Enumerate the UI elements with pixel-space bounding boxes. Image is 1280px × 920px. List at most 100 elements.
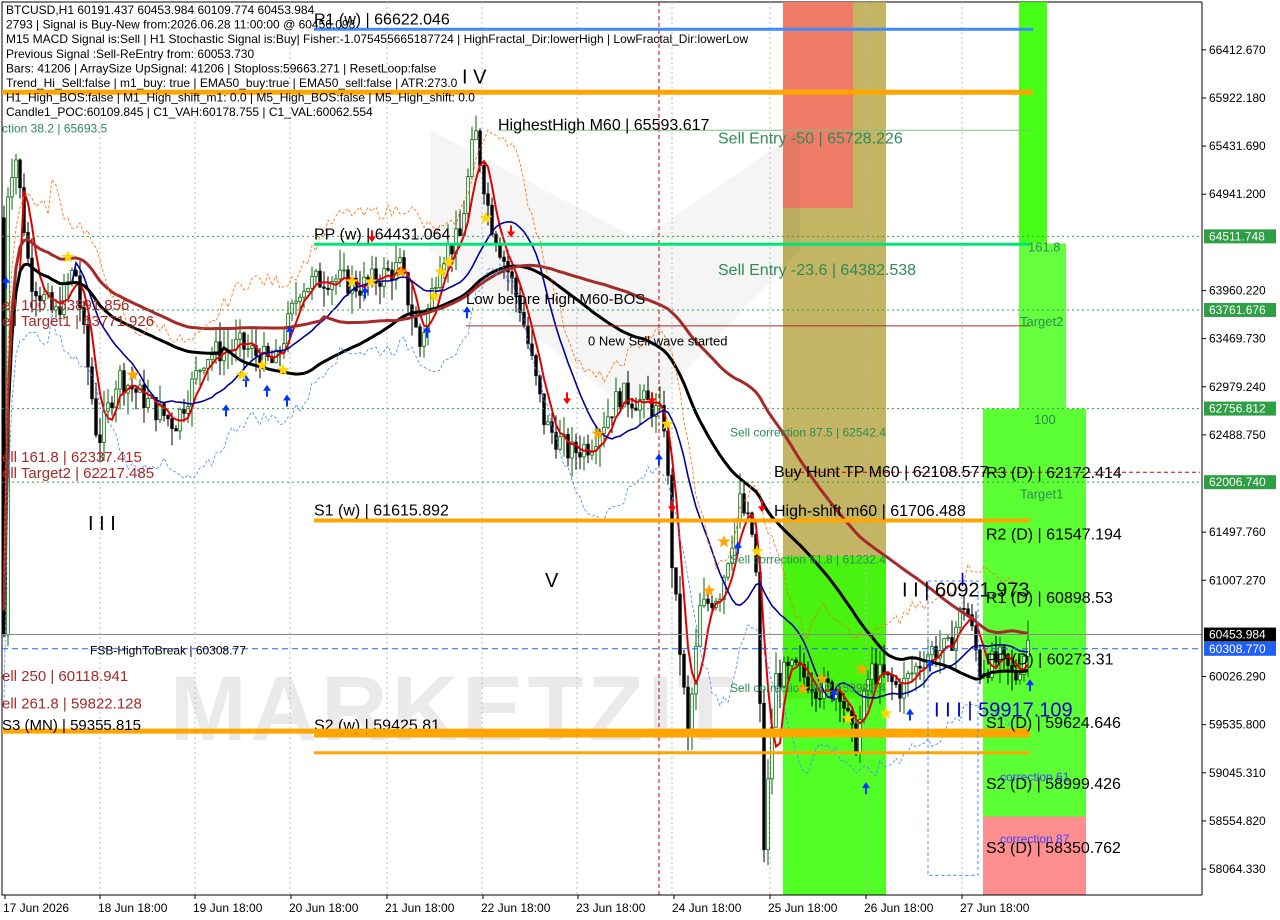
chart-annotation: 0 New Sell wave started xyxy=(588,333,727,348)
price-tick-label: 62979.240 xyxy=(1209,380,1266,394)
candle-body xyxy=(238,332,242,340)
price-tick-label: 64941.200 xyxy=(1209,187,1266,201)
candle-body xyxy=(978,649,982,677)
candle-body xyxy=(242,332,246,350)
header-line4: Previous Signal :Sell-ReEntry from: 6005… xyxy=(6,47,254,61)
chart-annotation: R1 (D) | 60898.53 xyxy=(986,590,1113,607)
candle-body xyxy=(450,244,454,255)
candle-body xyxy=(310,276,314,289)
candle-body xyxy=(306,287,310,293)
candle-body xyxy=(358,290,362,296)
candle-body xyxy=(122,370,126,394)
candle-body xyxy=(542,393,546,426)
candle-body xyxy=(498,244,502,258)
price-tick-label: 65431.690 xyxy=(1209,139,1266,153)
time-tick-label: 24 Jun 18:00 xyxy=(672,901,742,915)
candle-body xyxy=(434,287,438,289)
candle-body xyxy=(610,416,614,419)
candle-body xyxy=(534,355,538,377)
chart-annotation: I V xyxy=(462,66,487,88)
candle-body xyxy=(326,287,330,290)
chart-annotation: HighestHigh M60 | 65593.617 xyxy=(498,117,710,134)
candle-body xyxy=(642,390,646,400)
chart-annotation: V xyxy=(545,570,559,592)
level-label-2: PP (w) | 64431.064 xyxy=(314,226,450,243)
candle-body xyxy=(694,646,698,695)
candle-body xyxy=(334,278,338,282)
candle-body xyxy=(166,415,170,420)
chart-annotation: High-shift m60 | 61706.488 xyxy=(774,503,966,520)
candle-body xyxy=(418,326,422,347)
candle-body xyxy=(486,193,490,206)
candle-body xyxy=(302,291,306,298)
chart-annotation: correction 87 xyxy=(1000,832,1070,846)
chart-annotation: Target2 xyxy=(1020,314,1063,329)
chart-annotation: S1 (D) | 59624.646 xyxy=(986,715,1121,732)
candle-body xyxy=(934,646,938,659)
candle-body xyxy=(786,661,790,666)
header-line3: M15 MACD Signal is:Sell | H1 Stochastic … xyxy=(6,32,748,46)
chart-annotation: Sell correction 61.8 | 61232.4 xyxy=(730,552,886,566)
candle-body xyxy=(930,646,934,656)
time-tick-label: 25 Jun 18:00 xyxy=(768,901,838,915)
price-tag-label: 63761.676 xyxy=(1209,303,1266,317)
chart-annotation: correction 61 xyxy=(1000,770,1070,784)
candle-body xyxy=(502,256,506,262)
candle-body xyxy=(918,665,922,669)
price-tick-label: 63469.730 xyxy=(1209,332,1266,346)
candle-body xyxy=(894,681,898,685)
candle-body xyxy=(906,673,910,679)
candle-body xyxy=(414,317,418,328)
candle-body xyxy=(294,300,298,304)
candle-body xyxy=(618,391,622,408)
chart-annotation: ell 161.8 | 62337.415 xyxy=(2,449,142,466)
candle-body xyxy=(170,418,174,429)
time-tick-label: 27 Jun 18:00 xyxy=(960,901,1030,915)
price-tick-label: 58064.330 xyxy=(1209,862,1266,876)
chart-annotation: R3 (D) | 62172.414 xyxy=(986,465,1122,482)
chart-annotation: 161.8 xyxy=(1028,239,1061,254)
header-line8: Candle1_POC:60109.845 | C1_VAH:60178.755… xyxy=(6,105,373,119)
chart-annotation: Sell Entry -50 | 65728.226 xyxy=(718,130,903,147)
chart-annotation: PP (D) | 60273.31 xyxy=(986,651,1114,668)
candle-body xyxy=(298,296,302,302)
price-tick-label: 59045.310 xyxy=(1209,766,1266,780)
candle-body xyxy=(202,367,206,371)
header-line2: 2793 | Signal is Buy-New from:2026.06.28… xyxy=(6,18,356,32)
price-tick-label: 66412.670 xyxy=(1209,43,1266,57)
candle-body xyxy=(1018,674,1022,681)
candle-body xyxy=(546,421,550,426)
candle-body xyxy=(98,434,102,443)
zone-green-bottom xyxy=(783,556,886,895)
chart-annotation: ell Target2 | 62217.485 xyxy=(2,465,154,482)
candle-body xyxy=(870,663,874,680)
candle-body xyxy=(10,177,14,198)
candle-body xyxy=(914,665,918,674)
candle-body xyxy=(902,677,906,699)
time-tick-label: 19 Jun 18:00 xyxy=(193,901,263,915)
chart-annotation: I I I xyxy=(88,513,116,535)
chart-annotation: FSB-HighToBreak | 60308.77 xyxy=(90,644,246,658)
candle-body xyxy=(194,369,198,380)
chart-annotation: ction 38.2 | 65693.5 xyxy=(2,122,108,136)
header-line5: Bars: 41206 | ArraySize UpSignal: 41206 … xyxy=(6,61,437,75)
candle-body xyxy=(318,270,322,288)
candle-body xyxy=(614,391,618,418)
time-tick-label: 22 Jun 18:00 xyxy=(481,901,551,915)
candle-body xyxy=(538,375,542,395)
candle-body xyxy=(102,410,106,443)
candle-body xyxy=(466,176,470,214)
candle-body xyxy=(794,659,798,663)
candle-body xyxy=(790,659,794,666)
chart-annotation: ell Target1 | 63771.926 xyxy=(2,313,154,330)
candle-body xyxy=(766,778,770,851)
candle-body xyxy=(398,257,402,263)
candle-body xyxy=(842,701,846,709)
zone-green-right-top xyxy=(1019,2,1047,244)
candle-body xyxy=(854,723,858,754)
chart-annotation: Sell correction 87.5 | 62542.4 xyxy=(730,426,886,440)
candle-body xyxy=(422,332,426,347)
price-chart[interactable]: MARKETZITR1 (w) | 66622.046PP (w) | 6443… xyxy=(0,0,1280,920)
candle-body xyxy=(322,286,326,289)
time-tick-label: 18 Jun 18:00 xyxy=(98,901,168,915)
